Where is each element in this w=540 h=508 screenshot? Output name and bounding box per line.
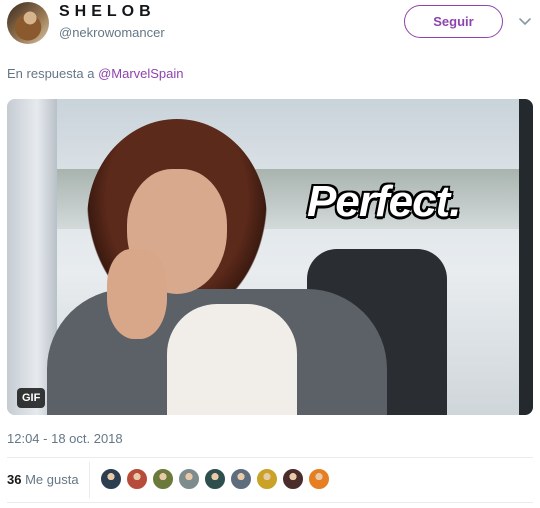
follow-button[interactable]: Seguir <box>404 5 503 38</box>
liker-avatar[interactable] <box>204 468 226 490</box>
media-window-frame-right <box>519 99 533 415</box>
likes-label: Me gusta <box>25 472 79 487</box>
likes-count[interactable]: 36 Me gusta <box>7 472 79 487</box>
liker-avatar[interactable] <box>230 468 252 490</box>
avatar[interactable] <box>7 2 49 44</box>
divider <box>7 502 533 503</box>
display-name[interactable]: SHELOB <box>59 3 156 21</box>
likes-separator <box>89 462 90 498</box>
liker-avatar[interactable] <box>256 468 278 490</box>
liker-avatar[interactable] <box>308 468 330 490</box>
tweet-timestamp[interactable]: 12:04 - 18 oct. 2018 <box>7 431 123 446</box>
divider <box>7 457 533 458</box>
gif-media[interactable]: Perfect. GIF <box>7 99 533 415</box>
gif-badge: GIF <box>17 388 46 408</box>
likes-number: 36 <box>7 472 22 487</box>
chevron-down-icon[interactable] <box>518 14 532 28</box>
tweet: SHELOB @nekrowomancer Seguir En respuest… <box>0 0 540 508</box>
liker-avatar[interactable] <box>126 468 148 490</box>
liker-avatar[interactable] <box>100 468 122 490</box>
liker-avatar[interactable] <box>152 468 174 490</box>
reply-mention-link[interactable]: @MarvelSpain <box>98 66 183 81</box>
reply-context: En respuesta a @MarvelSpain <box>7 66 184 81</box>
reply-prefix: En respuesta a <box>7 66 99 81</box>
gif-caption: Perfect. <box>307 177 461 226</box>
liker-avatar[interactable] <box>178 468 200 490</box>
liker-avatar[interactable] <box>282 468 304 490</box>
media-person-hand <box>107 249 167 339</box>
user-handle[interactable]: @nekrowomancer <box>59 25 165 40</box>
media-person-shirt <box>167 304 297 415</box>
